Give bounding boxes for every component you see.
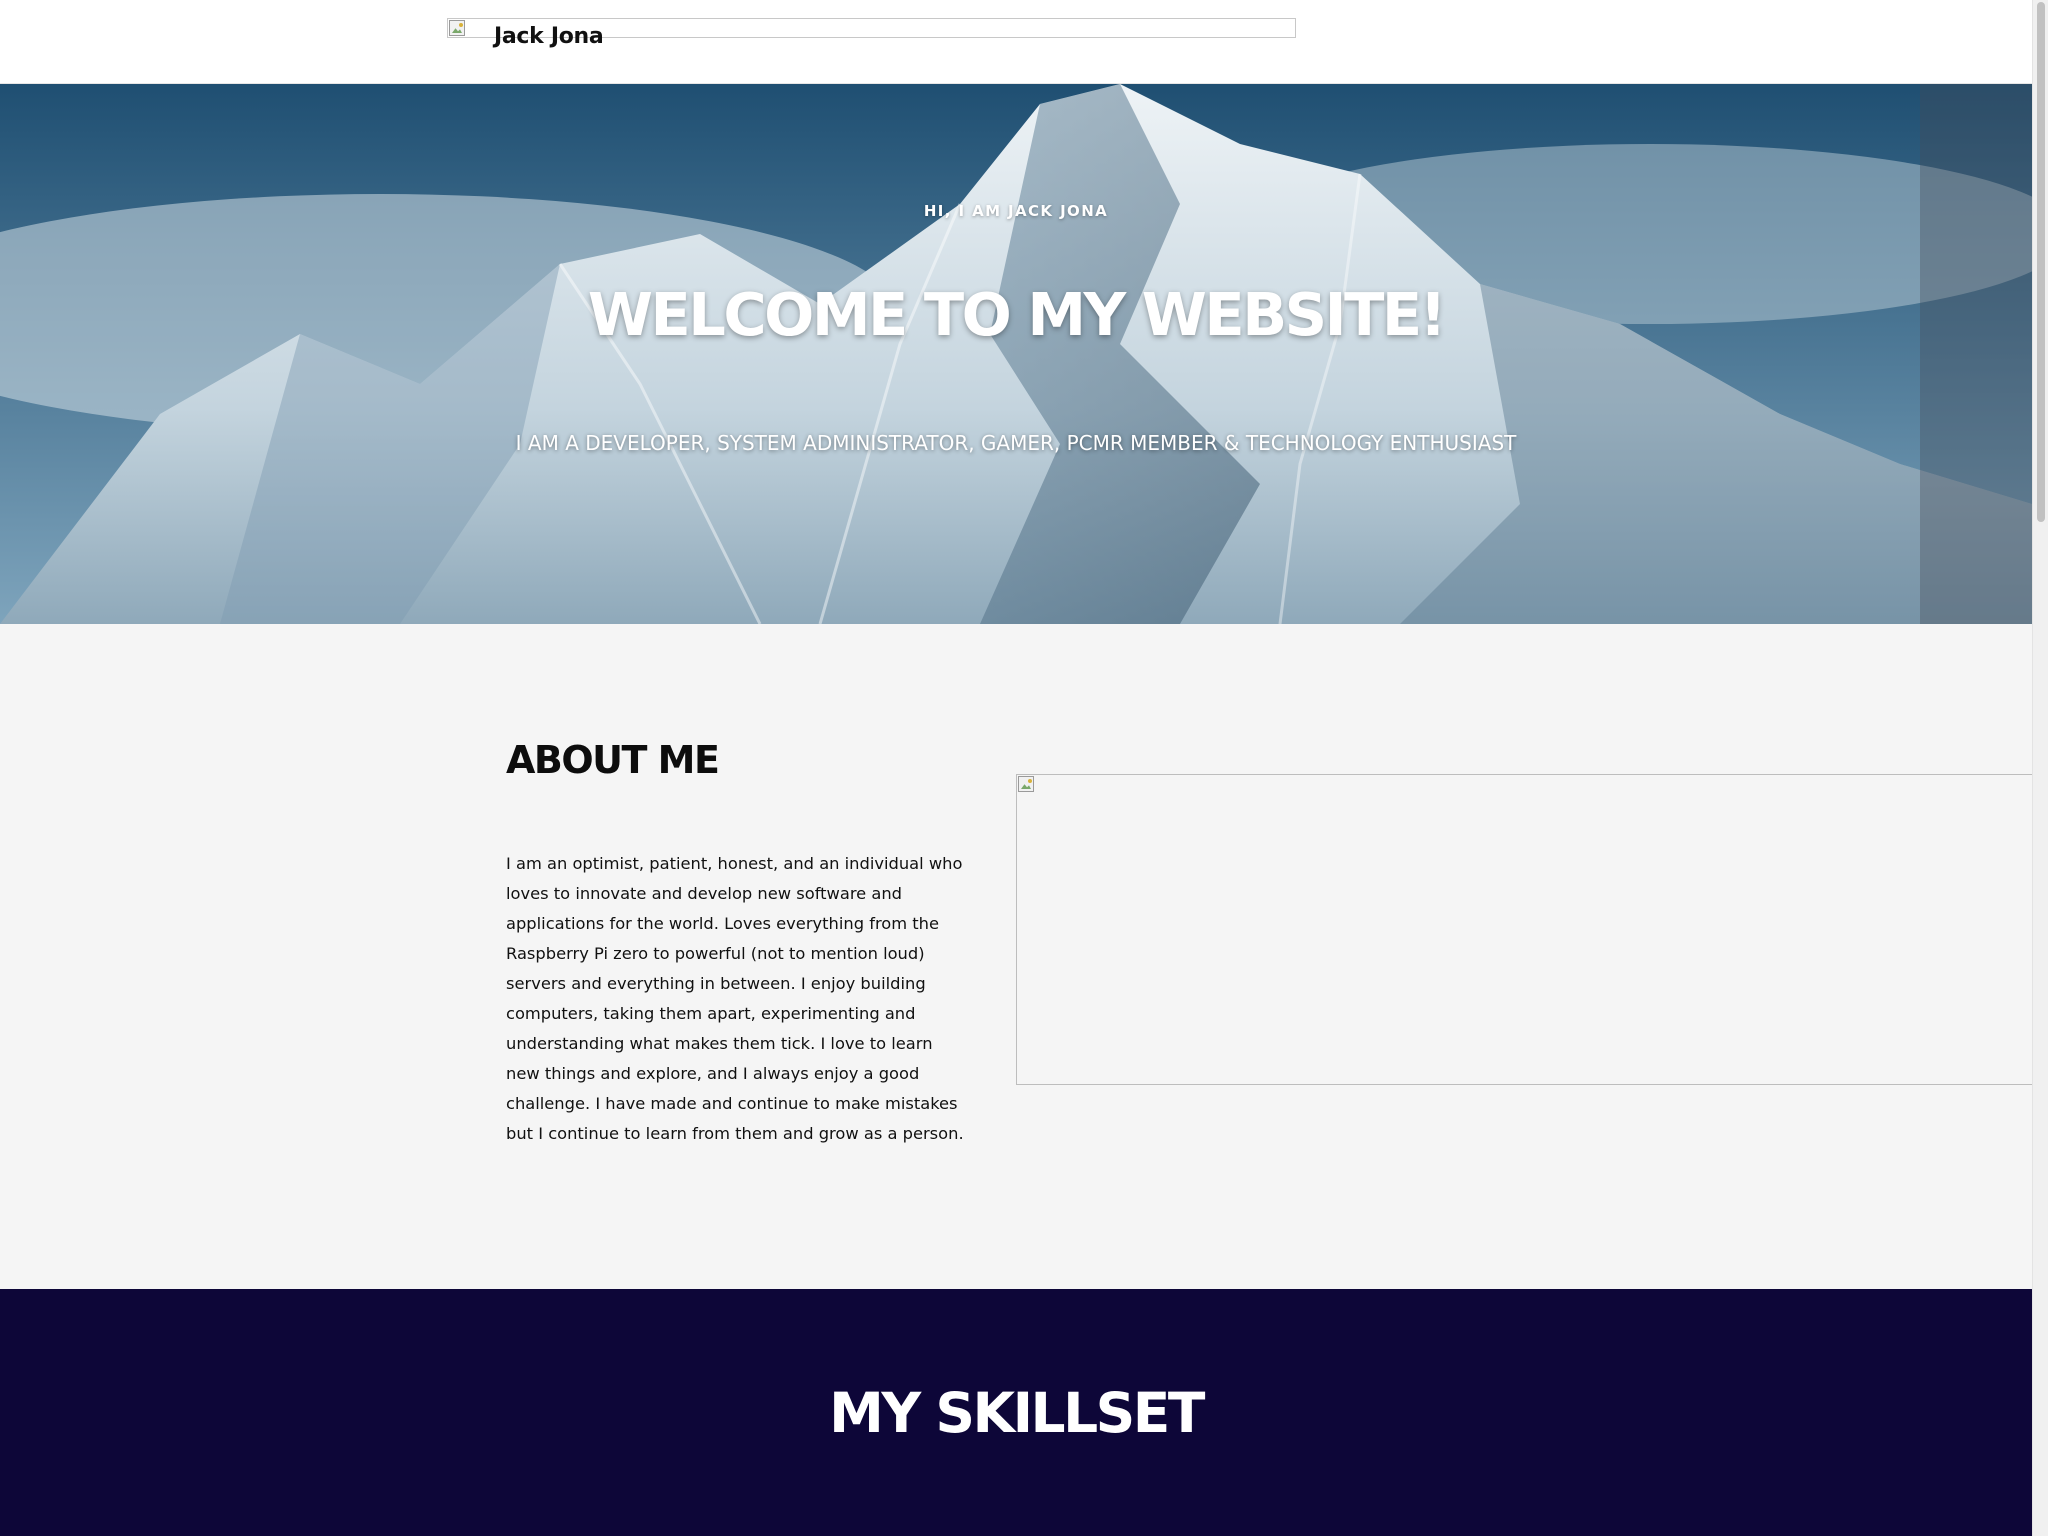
scrollbar-thumb[interactable] — [2037, 2, 2045, 522]
skillset-section: MY SKILLSET — [0, 1289, 2032, 1536]
skillset-title: MY SKILLSET — [829, 1381, 1205, 1445]
about-title: ABOUT ME — [506, 738, 720, 782]
brand-name[interactable]: Jack Jona — [494, 24, 604, 49]
site-header: Jack Jona — [0, 0, 2032, 84]
about-text: I am an optimist, patient, honest, and a… — [506, 854, 964, 1143]
hero-side-overlay — [1920, 84, 2032, 624]
hero-title: WELCOME TO MY WEBSITE! — [587, 280, 1447, 349]
about-section: ABOUT ME I am an optimist, patient, hone… — [0, 624, 2036, 1289]
page: Jack Jona HI, I AM JACK JONA WELCOME TO … — [0, 0, 2048, 1536]
hero-subtitle: I AM A DEVELOPER, SYSTEM ADMINISTRATOR, … — [515, 431, 1517, 455]
broken-image-icon — [1018, 776, 1034, 792]
vertical-scrollbar[interactable] — [2032, 0, 2048, 1536]
hero-eyebrow: HI, I AM JACK JONA — [923, 202, 1109, 220]
broken-image-icon — [449, 20, 465, 36]
about-image-frame — [1016, 774, 2036, 1085]
hero-section: HI, I AM JACK JONA WELCOME TO MY WEBSITE… — [0, 84, 2032, 624]
mountain-background-image — [0, 84, 2032, 624]
